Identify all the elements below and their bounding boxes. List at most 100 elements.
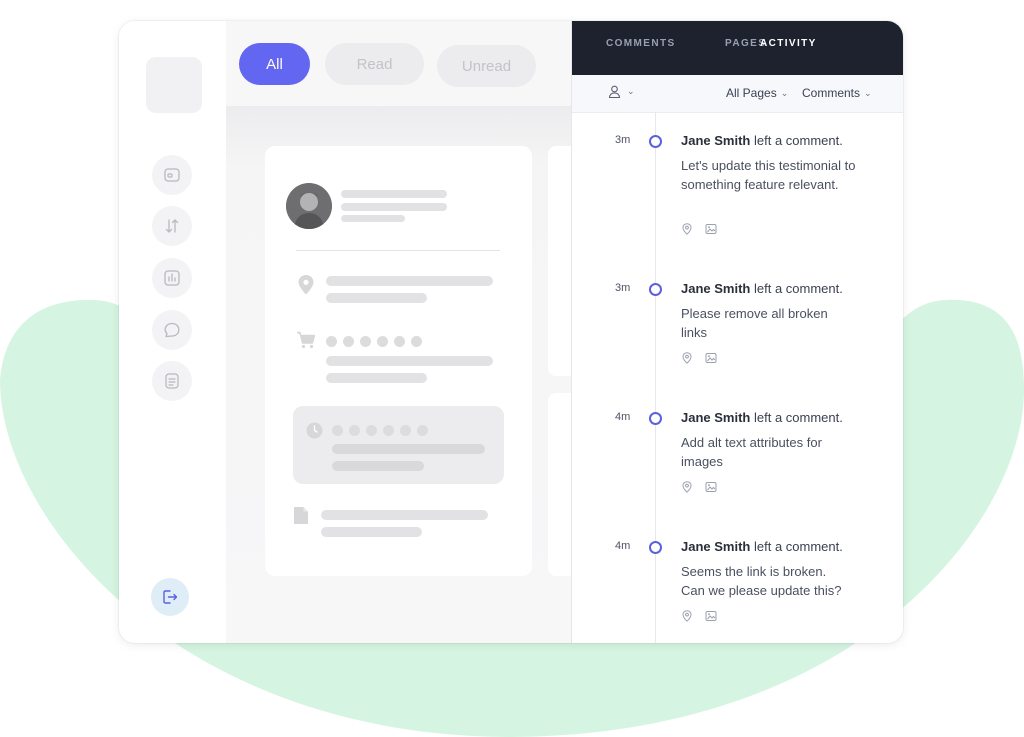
image-icon[interactable] — [705, 610, 717, 622]
rating-dot — [394, 336, 405, 347]
skeleton-line — [332, 461, 424, 471]
time-dot — [400, 425, 411, 436]
skeleton-line — [341, 215, 405, 222]
sidebar-item-messages[interactable] — [152, 310, 192, 350]
entry-headline: Jane Smith left a comment. — [681, 281, 843, 296]
content-area: All Read Unread — [226, 21, 588, 643]
pages-filter-dropdown[interactable]: All Pages ⌄ — [726, 86, 788, 100]
timeline-node — [649, 135, 662, 148]
rating-dot — [411, 336, 422, 347]
image-icon[interactable] — [705, 481, 717, 493]
rating-dot — [343, 336, 354, 347]
time-dot — [366, 425, 377, 436]
entry-author[interactable]: Jane Smith — [681, 281, 750, 296]
wallet-icon — [164, 168, 180, 182]
profile-card — [265, 146, 532, 576]
logout-icon — [163, 590, 178, 604]
content-body — [226, 106, 588, 643]
location-pin-icon[interactable] — [681, 610, 693, 622]
skeleton-line — [326, 373, 427, 383]
skeleton-line — [341, 190, 447, 198]
cart-icon — [297, 331, 316, 349]
transfer-icon — [165, 219, 179, 233]
entry-time: 4m — [615, 540, 631, 552]
type-filter-label: Comments — [802, 86, 861, 100]
user-filter-dropdown[interactable]: ⌄ — [608, 85, 635, 98]
activity-panel: COMMENTS PAGES ACTIVITY ⌄ All Pages ⌄ Co… — [571, 21, 903, 643]
skeleton-line — [321, 510, 488, 520]
entry-action: left a comment. — [753, 281, 843, 296]
document-icon — [165, 373, 179, 389]
panel-tab-bar: COMMENTS PAGES ACTIVITY — [572, 21, 903, 75]
timeline-node — [649, 541, 662, 554]
location-pin-icon[interactable] — [681, 223, 693, 235]
skeleton-line — [326, 293, 427, 303]
sidebar-item-wallet[interactable] — [152, 155, 192, 195]
entry-action: left a comment. — [753, 133, 843, 148]
chart-icon — [164, 270, 180, 286]
rating-dot — [360, 336, 371, 347]
entry-headline: Jane Smith left a comment. — [681, 410, 843, 425]
sidebar — [119, 21, 226, 643]
time-dot — [417, 425, 428, 436]
sidebar-item-documents[interactable] — [152, 361, 192, 401]
divider — [296, 250, 500, 251]
app-window: All Read Unread COMMENTS PAGES ACTIVITY … — [119, 21, 903, 643]
entry-time: 3m — [615, 134, 631, 146]
time-dot — [349, 425, 360, 436]
entry-headline: Jane Smith left a comment. — [681, 133, 843, 148]
timeline-node — [649, 283, 662, 296]
filter-read-button[interactable]: Read — [325, 43, 424, 85]
sidebar-item-transfer[interactable] — [152, 206, 192, 246]
entry-message: Add alt text attributes for images — [681, 435, 822, 469]
skeleton-line — [321, 527, 422, 537]
timeline-node — [649, 412, 662, 425]
entry-message: Please remove all broken links — [681, 306, 828, 340]
skeleton-line — [341, 203, 447, 211]
skeleton-line — [326, 276, 493, 286]
user-icon — [608, 85, 621, 98]
entry-time: 3m — [615, 282, 631, 294]
entry-author[interactable]: Jane Smith — [681, 410, 750, 425]
filter-bar: All Read Unread — [226, 21, 571, 106]
sidebar-item-analytics[interactable] — [152, 258, 192, 298]
rating-dot — [326, 336, 337, 347]
chevron-down-icon: ⌄ — [864, 87, 872, 98]
chat-bubble-icon — [164, 322, 180, 338]
timeline-line — [655, 112, 656, 643]
entry-actions — [681, 223, 717, 235]
tab-comments[interactable]: COMMENTS — [606, 38, 676, 49]
file-icon — [294, 507, 308, 524]
entry-author[interactable]: Jane Smith — [681, 539, 750, 554]
location-pin-icon[interactable] — [681, 352, 693, 364]
entry-headline: Jane Smith left a comment. — [681, 539, 843, 554]
entry-action: left a comment. — [753, 539, 843, 554]
entry-message: Seems the link is broken. Can we please … — [681, 564, 842, 598]
logo-placeholder — [146, 57, 202, 113]
entry-message: Let's update this testimonial to somethi… — [681, 158, 856, 192]
entry-actions — [681, 610, 717, 622]
type-filter-dropdown[interactable]: Comments ⌄ — [802, 86, 872, 100]
skeleton-line — [332, 444, 485, 454]
image-icon[interactable] — [705, 223, 717, 235]
clock-icon — [306, 422, 323, 439]
entry-actions — [681, 481, 717, 493]
filter-all-button[interactable]: All — [239, 43, 310, 85]
rating-dot — [377, 336, 388, 347]
entry-actions — [681, 352, 717, 364]
entry-author[interactable]: Jane Smith — [681, 133, 750, 148]
schedule-box — [293, 406, 504, 484]
filter-unread-button[interactable]: Unread — [437, 45, 536, 87]
time-dot — [332, 425, 343, 436]
activity-filters: ⌄ All Pages ⌄ Comments ⌄ — [572, 75, 903, 113]
logout-button[interactable] — [151, 578, 189, 616]
tab-activity[interactable]: ACTIVITY — [760, 38, 817, 49]
chevron-down-icon: ⌄ — [627, 86, 635, 96]
avatar — [286, 183, 332, 229]
time-dot — [383, 425, 394, 436]
pages-filter-label: All Pages — [726, 86, 777, 100]
image-icon[interactable] — [705, 352, 717, 364]
entry-action: left a comment. — [753, 410, 843, 425]
location-pin-icon[interactable] — [681, 481, 693, 493]
skeleton-line — [326, 356, 493, 366]
